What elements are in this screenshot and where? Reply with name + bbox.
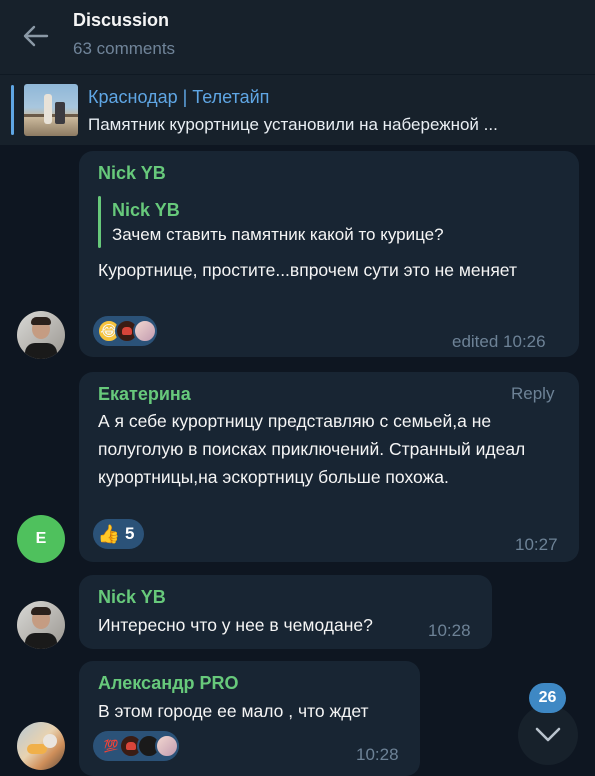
message-bubble[interactable]: Екатерина Reply А я себе курортницу пред… <box>79 372 579 562</box>
author-name[interactable]: Александр PRO <box>98 673 239 694</box>
avatar[interactable] <box>17 722 65 770</box>
message-time: 10:27 <box>515 535 558 554</box>
avatar[interactable] <box>17 311 65 359</box>
page-title: Discussion <box>73 10 170 30</box>
avatar[interactable]: Е <box>17 515 65 563</box>
message-text: В этом городе ее мало , что ждет <box>98 701 369 721</box>
thumbs-up-emoji-icon: 👍 <box>97 523 121 544</box>
girl-sticker-emoji-icon <box>155 734 179 758</box>
back-button[interactable] <box>18 20 54 52</box>
pinned-post[interactable]: Краснодар | Телетайп Памятник курортнице… <box>0 74 595 145</box>
message-time: 10:28 <box>356 745 399 764</box>
pinned-channel-name: Краснодар | Телетайп <box>88 87 270 107</box>
reactions-bar[interactable]: 💯 <box>93 731 179 761</box>
comments-count: 63 comments <box>73 39 176 58</box>
author-name[interactable]: Екатерина <box>98 384 191 405</box>
quote-text: Зачем ставить памятник какой то курице? <box>112 225 444 244</box>
message-text: А я себе курортницу представляю с семьей… <box>98 411 526 487</box>
unread-count-badge[interactable]: 26 <box>529 683 566 713</box>
message-text: Курортнице, простите...впрочем сути это … <box>98 260 517 280</box>
author-name[interactable]: Nick YB <box>98 163 166 184</box>
reactions-bar[interactable]: 😂 <box>93 316 157 346</box>
message-bubble[interactable]: Александр PRO В этом городе ее мало , чт… <box>79 661 420 776</box>
message-bubble[interactable]: Nick YB Интересно что у нее в чемодане? … <box>79 575 492 649</box>
chevron-down-icon <box>535 727 561 742</box>
message-bubble[interactable]: Nick YB Nick YB Зачем ставить памятник к… <box>79 151 579 357</box>
message-text: Интересно что у нее в чемодане? <box>98 615 373 635</box>
avatar[interactable] <box>17 601 65 649</box>
quote-author: Nick YB <box>112 200 180 220</box>
author-name[interactable]: Nick YB <box>98 587 166 608</box>
message-time: edited 10:26 <box>452 332 546 351</box>
pinned-accent-bar <box>11 85 14 135</box>
girl-sticker-emoji-icon <box>133 319 157 343</box>
quote-bar <box>98 196 101 248</box>
message-time: 10:28 <box>428 621 471 640</box>
pinned-post-text: Памятник курортнице установили на набере… <box>88 115 498 134</box>
pinned-thumbnail <box>24 84 78 136</box>
scroll-to-bottom-button[interactable] <box>518 705 578 765</box>
discussion-header: Discussion 63 comments <box>0 0 595 74</box>
arrow-left-icon <box>23 25 49 47</box>
reply-button[interactable]: Reply <box>511 384 554 404</box>
reaction-chip[interactable]: 👍 5 <box>93 519 145 549</box>
reaction-count: 5 <box>125 524 135 543</box>
